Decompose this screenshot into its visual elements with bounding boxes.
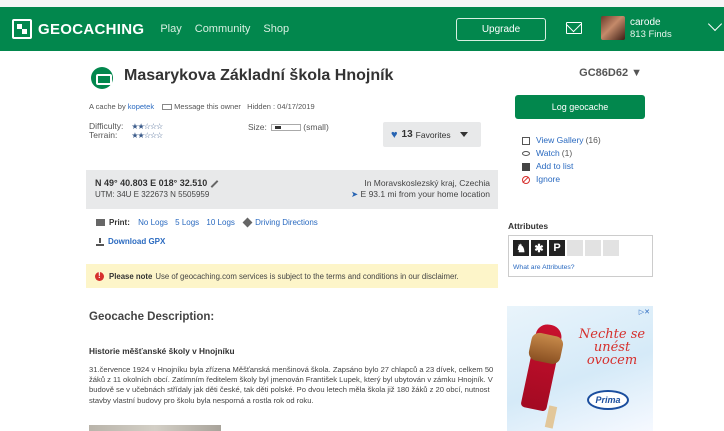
add-to-list-link[interactable]: Add to list <box>522 160 601 173</box>
disclaimer-note: Please note Use of geocaching.com servic… <box>86 264 498 288</box>
watch-link[interactable]: Watch (1) <box>522 147 601 160</box>
attributes-box: ♞ ✱ P What are Attributes? <box>508 235 653 277</box>
upgrade-button[interactable]: Upgrade <box>456 18 546 41</box>
logo-icon <box>12 19 32 39</box>
hidden-date: Hidden : 04/17/2019 <box>247 102 315 111</box>
gc-code-dropdown[interactable]: GC86D62 ▼ <box>579 67 642 79</box>
attribute-icons: ♞ ✱ P <box>513 240 621 256</box>
log-geocache-button[interactable]: Log geocache <box>515 95 645 119</box>
watch-count: (1) <box>561 148 573 158</box>
top-cutoff-strip <box>0 0 724 7</box>
size-bar-icon <box>270 124 301 132</box>
cache-byline: A cache by kopetek Message this owner Hi… <box>89 102 315 111</box>
user-name: carode <box>630 17 661 28</box>
message-owner-link[interactable]: Message this owner <box>174 102 241 111</box>
popsicle-image <box>520 322 564 412</box>
chevron-down-icon[interactable] <box>707 16 723 32</box>
blank-attribute-icon <box>603 240 619 256</box>
logo-text: GEOCACHING <box>38 20 145 38</box>
dog-attribute-icon: ♞ <box>513 240 529 256</box>
driving-icon <box>242 217 253 228</box>
ignore-label: Ignore <box>536 174 561 184</box>
traditional-cache-icon <box>91 67 113 89</box>
popsicle-stick <box>544 405 558 429</box>
cache-actions: View Gallery (16) Watch (1) Add to list Ig… <box>522 134 601 186</box>
site-header: GEOCACHING Play Community Shop Upgrade c… <box>0 7 724 51</box>
utm-coordinates: UTM: 34U E 322673 N 5505959 <box>95 190 210 199</box>
blank-attribute-icon <box>585 240 601 256</box>
pencil-icon[interactable] <box>210 179 219 188</box>
cache-page: Masarykova Základní škola Hnojník GC86D6… <box>48 51 676 431</box>
ad-brand-logo: Prima <box>587 390 629 410</box>
ignore-link[interactable]: Ignore <box>522 173 601 186</box>
what-are-attributes-link[interactable]: What are Attributes? <box>513 264 575 271</box>
difficulty-terrain: Difficulty: ★★☆☆☆ Terrain: ★★☆☆☆ <box>89 122 163 141</box>
add-to-list-label: Add to list <box>536 161 574 171</box>
avatar[interactable] <box>601 16 625 40</box>
user-menu[interactable]: carode 813 Finds <box>630 17 672 41</box>
page-title: Masarykova Základní škola Hnojník <box>124 67 394 84</box>
bookmark-icon <box>522 162 530 171</box>
view-gallery-label: View Gallery <box>536 135 584 145</box>
history-heading: Historie měšťanské školy v Hnojníku <box>89 346 235 356</box>
attributes-heading: Attributes <box>508 221 549 231</box>
view-gallery-link[interactable]: View Gallery (16) <box>522 134 601 147</box>
description-heading: Geocache Description: <box>89 311 215 323</box>
blank-attribute-icon <box>567 240 583 256</box>
nav-community[interactable]: Community <box>195 23 251 35</box>
distance-text: E 93.1 mi from your home location <box>360 189 490 199</box>
gallery-count: (16) <box>585 135 601 145</box>
description-image <box>89 425 221 431</box>
ad-slogan: Nechte se unést ovocem <box>578 327 646 368</box>
watch-icon <box>522 151 530 156</box>
location-info: In Moravskoslezský kraj, Czechia ➤ E 93.… <box>351 178 490 200</box>
terrain-stars: ★★☆☆☆ <box>131 131 163 140</box>
advertisement[interactable]: ▷✕ Nechte se unést ovocem Prima <box>507 306 653 431</box>
coordinates[interactable]: N 49° 40.803 E 018° 32.510 <box>95 178 219 188</box>
nav-play[interactable]: Play <box>160 23 181 35</box>
ignore-icon <box>522 175 530 184</box>
download-gpx-link[interactable]: Download GPX <box>96 237 165 246</box>
favorites-button[interactable]: ♥ 13 Favorites <box>383 122 481 147</box>
description-paragraph: 31.července 1924 v Hnojníku byla zřízena… <box>89 365 494 405</box>
printer-icon <box>96 219 105 227</box>
by-prefix: A cache by <box>89 102 126 111</box>
alert-icon <box>95 271 104 281</box>
size-label: Size: <box>248 122 267 132</box>
winter-attribute-icon: ✱ <box>531 240 547 256</box>
direction-arrow-icon: ➤ <box>351 189 359 199</box>
owner-link[interactable]: kopetek <box>128 102 154 111</box>
terrain-label: Terrain: <box>89 130 118 140</box>
print-5-logs[interactable]: 5 Logs <box>175 218 199 227</box>
favorites-label: Favorites <box>415 129 451 140</box>
user-finds: 813 Finds <box>630 29 672 40</box>
print-10-logs[interactable]: 10 Logs <box>206 218 234 227</box>
envelope-icon <box>162 104 173 111</box>
note-bold: Please note <box>109 271 153 281</box>
message-center-icon[interactable] <box>566 22 582 34</box>
driving-directions-link[interactable]: Driving Directions <box>255 218 318 227</box>
gallery-icon <box>522 136 530 145</box>
print-no-logs[interactable]: No Logs <box>138 218 168 227</box>
favorites-count: 13 <box>401 129 413 140</box>
main-nav: Play Community Shop <box>160 23 302 35</box>
nav-shop[interactable]: Shop <box>263 23 289 35</box>
download-icon <box>96 237 104 246</box>
caret-down-icon <box>459 132 468 137</box>
print-options: Print: No Logs 5 Logs 10 Logs Driving Di… <box>96 217 323 228</box>
watch-label: Watch <box>536 148 560 158</box>
parking-attribute-icon: P <box>549 240 565 256</box>
size-value: (small) <box>303 122 329 132</box>
download-gpx-label: Download GPX <box>108 237 166 246</box>
note-text: Use of geocaching.com services is subjec… <box>155 271 459 281</box>
coordinates-text: N 49° 40.803 E 018° 32.510 <box>95 178 208 188</box>
ad-choices-icon[interactable]: ▷✕ <box>639 308 650 316</box>
heart-icon: ♥ <box>391 128 398 141</box>
print-label: Print: <box>109 218 130 227</box>
cache-size: Size: (small) <box>248 122 329 132</box>
difficulty-stars: ★★☆☆☆ <box>131 122 163 131</box>
coordinates-panel: N 49° 40.803 E 018° 32.510 UTM: 34U E 32… <box>86 170 498 209</box>
region-text: In Moravskoslezský kraj, Czechia <box>364 178 490 188</box>
geocaching-logo[interactable]: GEOCACHING <box>12 19 144 39</box>
